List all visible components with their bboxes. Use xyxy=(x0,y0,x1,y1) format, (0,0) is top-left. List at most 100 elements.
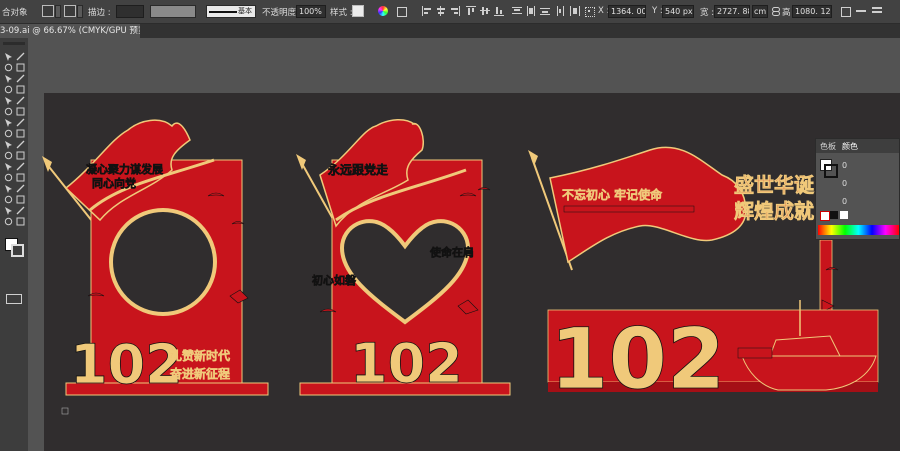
hand-tool-icon[interactable] xyxy=(16,206,25,215)
rectangle-tool-icon[interactable] xyxy=(4,96,13,105)
panel-3-headline-2: 辉煌成就 xyxy=(734,199,814,223)
screen-mode-icon[interactable] xyxy=(6,294,22,304)
panel-1-headline-1: 凝心聚力谋发展 xyxy=(86,162,164,176)
selection-tool-icon[interactable] xyxy=(4,52,13,61)
pen-tool-icon[interactable] xyxy=(4,74,13,83)
distribute-left-icon[interactable] xyxy=(556,6,566,16)
distribute-horizontal-icon[interactable] xyxy=(570,6,580,16)
graphic-style-swatch[interactable] xyxy=(352,5,364,17)
scale-tool-icon[interactable] xyxy=(16,129,25,138)
fill-dropdown[interactable] xyxy=(55,5,61,18)
transform-reference-icon[interactable] xyxy=(584,6,595,17)
align-top-icon[interactable] xyxy=(466,6,476,16)
panel-1-artwork[interactable]: 凝心聚力谋发展 同心向党 102 礼赞新时代 奋进新征程 xyxy=(42,119,269,415)
align-right-icon[interactable] xyxy=(450,6,460,16)
style-label: 样式 : xyxy=(330,8,353,18)
y-position-field[interactable]: 540 px xyxy=(662,5,694,18)
gradient-tool-icon[interactable] xyxy=(4,173,13,182)
recolor-artwork-icon[interactable] xyxy=(378,6,388,16)
selection-type-label: 合对象 xyxy=(2,8,28,18)
artwork-canvas[interactable]: 凝心聚力谋发展 同心向党 102 礼赞新时代 奋进新征程 永远跟党走 初心如磐 … xyxy=(28,38,900,451)
more-options-icon[interactable] xyxy=(856,6,866,16)
warp-tool-icon[interactable] xyxy=(16,140,25,149)
paintbrush-tool-icon[interactable] xyxy=(16,96,25,105)
wave-block xyxy=(737,347,773,359)
eyedropper-tool-icon[interactable] xyxy=(16,173,25,182)
align-to-icon[interactable] xyxy=(396,6,407,17)
eraser-tool-icon[interactable] xyxy=(4,118,13,127)
document-tab-strip: 3-09.ai @ 66.67% (CMYK/GPU 预览) xyxy=(0,24,900,38)
width-tool-icon[interactable] xyxy=(4,140,13,149)
graph-tool-icon[interactable] xyxy=(4,195,13,204)
color-spectrum[interactable] xyxy=(818,225,899,235)
brush-definition-dropdown[interactable]: 基本 xyxy=(206,5,256,18)
channel-value-3: 0 xyxy=(842,197,848,206)
align-vertical-center-icon[interactable] xyxy=(480,6,490,16)
align-left-icon[interactable] xyxy=(422,6,432,16)
curvature-tool-icon[interactable] xyxy=(16,74,25,83)
white-swatch[interactable] xyxy=(840,211,848,219)
zoom-tool-icon[interactable] xyxy=(4,217,13,226)
panel-3-headline-1: 盛世华诞 xyxy=(734,173,815,197)
artboard-tool-icon[interactable] xyxy=(16,195,25,204)
tab-swatches[interactable]: 色板 xyxy=(820,141,836,152)
stroke-dropdown[interactable] xyxy=(77,5,83,18)
frame-connector xyxy=(696,198,735,212)
perspective-tool-icon[interactable] xyxy=(4,162,13,171)
tools-panel-grip[interactable] xyxy=(3,42,25,45)
photo-circle-frame xyxy=(109,208,217,316)
variable-width-dropdown[interactable] xyxy=(150,5,196,18)
rotate-tool-icon[interactable] xyxy=(4,129,13,138)
none-color-icon[interactable] xyxy=(820,211,830,221)
panel-2-number: 102 xyxy=(350,332,463,395)
free-transform-tool-icon[interactable] xyxy=(4,151,13,160)
distribute-top-icon[interactable] xyxy=(512,6,522,16)
stroke-color-chip[interactable] xyxy=(824,164,838,178)
height-field[interactable]: 1080. 124 xyxy=(792,5,832,18)
type-tool-icon[interactable] xyxy=(4,85,13,94)
shape-builder-tool-icon[interactable] xyxy=(16,151,25,160)
flag-text-line-2 xyxy=(563,205,695,213)
edit-toolbar-icon[interactable] xyxy=(16,217,25,226)
magic-wand-tool-icon[interactable] xyxy=(4,63,13,72)
pencil-tool-icon[interactable] xyxy=(16,107,25,116)
panel-1-side-text-2: 奋进新征程 xyxy=(169,366,230,381)
panel-2-right-caption: 使命在肩 xyxy=(429,245,474,259)
registration-mark-icon xyxy=(61,407,69,415)
blend-tool-icon[interactable] xyxy=(4,184,13,193)
control-bar: 合对象 描边 : 基本 不透明度 : 100% 样式 : X : 1364. 0… xyxy=(0,0,900,24)
fill-swatch[interactable] xyxy=(42,5,54,17)
document-tab[interactable]: 3-09.ai @ 66.67% (CMYK/GPU 预览) xyxy=(0,24,140,38)
distribute-center-icon[interactable] xyxy=(526,6,536,16)
panel-1-number: 102 xyxy=(70,333,183,396)
black-swatch[interactable] xyxy=(830,211,838,219)
width-field[interactable]: 2727. 888 xyxy=(714,5,750,18)
color-panel-tabs: 色板 颜色 xyxy=(816,139,899,153)
align-horizontal-center-icon[interactable] xyxy=(436,6,446,16)
opacity-field[interactable]: 100% xyxy=(296,5,326,18)
tools-panel xyxy=(0,38,29,451)
align-bottom-icon[interactable] xyxy=(494,6,504,16)
panel-1-headline-2: 同心向党 xyxy=(92,176,136,190)
shaper-tool-icon[interactable] xyxy=(4,107,13,116)
tab-color[interactable]: 颜色 xyxy=(842,141,858,152)
panel-3-number: 102 xyxy=(550,310,725,408)
scissors-tool-icon[interactable] xyxy=(16,118,25,127)
slice-tool-icon[interactable] xyxy=(4,206,13,215)
x-position-field[interactable]: 1364. 002 xyxy=(608,5,646,18)
lasso-tool-icon[interactable] xyxy=(16,63,25,72)
panel-2-artwork[interactable]: 永远跟党走 初心如磐 使命在肩 102 xyxy=(296,119,511,396)
stroke-weight-field[interactable] xyxy=(116,5,144,18)
direct-selection-tool-icon[interactable] xyxy=(16,52,25,61)
distribute-bottom-icon[interactable] xyxy=(540,6,550,16)
panel-1-side-text-1: 礼赞新时代 xyxy=(170,348,230,363)
symbol-sprayer-tool-icon[interactable] xyxy=(16,184,25,193)
mesh-tool-icon[interactable] xyxy=(16,162,25,171)
transform-icon[interactable] xyxy=(840,6,851,17)
constrain-proportions-icon[interactable] xyxy=(770,6,780,16)
panel-menu-icon[interactable] xyxy=(872,6,882,16)
line-tool-icon[interactable] xyxy=(16,85,25,94)
canvas-area[interactable]: 凝心聚力谋发展 同心向党 102 礼赞新时代 奋进新征程 永远跟党走 初心如磐 … xyxy=(28,38,900,451)
fill-stroke-chips[interactable] xyxy=(5,238,24,257)
stroke-swatch[interactable] xyxy=(64,5,76,17)
